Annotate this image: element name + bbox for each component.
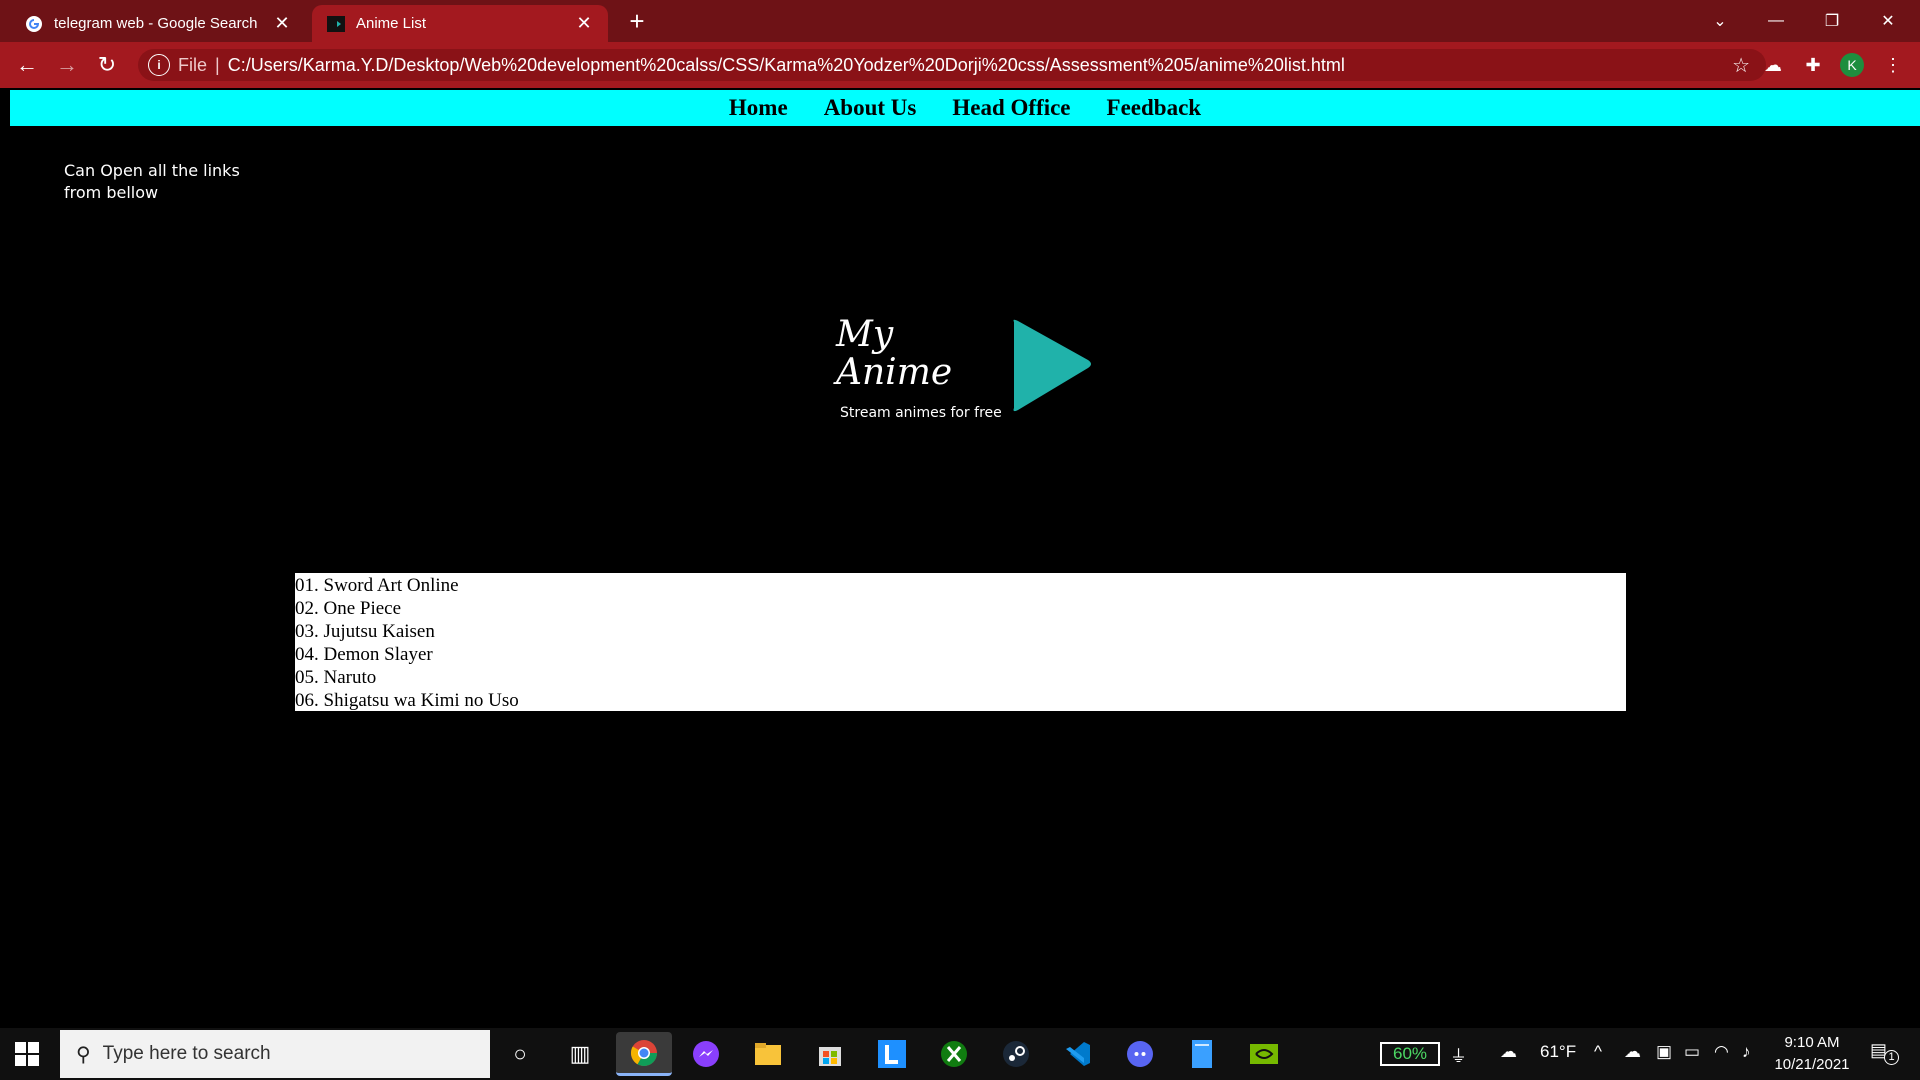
close-tab-icon[interactable]: ✕ (574, 13, 594, 34)
windows-taskbar: ⚲ Type here to search ○ ▥ 60% ⏚ ☁ 61°F ^… (0, 1028, 1920, 1080)
logo-line-1: My (836, 314, 894, 355)
divider: | (215, 54, 220, 75)
nav-link-home[interactable]: Home (729, 95, 788, 121)
search-placeholder: Type here to search (102, 1043, 271, 1064)
profile-avatar[interactable]: K (1840, 53, 1864, 77)
play-icon (1013, 319, 1091, 412)
nav-link-feedback[interactable]: Feedback (1107, 95, 1202, 121)
page-icon (326, 14, 346, 34)
back-arrow-icon[interactable]: ← (12, 50, 42, 80)
windows-start-icon[interactable] (14, 1041, 40, 1067)
battery-icon[interactable]: ▭ (1684, 1042, 1700, 1062)
close-tab-icon[interactable]: ✕ (272, 13, 292, 34)
notification-count: 1 (1884, 1050, 1899, 1065)
tab-search-icon[interactable]: ⌄ (1692, 0, 1748, 42)
logo-tagline: Stream animes for free (840, 405, 1002, 421)
close-window-button[interactable]: ✕ (1860, 0, 1916, 42)
wifi-icon[interactable]: ◠ (1714, 1042, 1729, 1062)
page-viewport: Home About Us Head Office Feedback Can O… (0, 88, 1920, 1028)
list-item[interactable]: 03. Jujutsu Kaisen (295, 620, 1626, 643)
show-hidden-icons-icon[interactable]: ^ (1594, 1042, 1602, 1062)
tab-anime-list[interactable]: Anime List ✕ (312, 5, 608, 42)
minimize-button[interactable]: — (1748, 0, 1804, 42)
logo-wordmark: My Anime (836, 316, 952, 392)
extensions-puzzle-icon[interactable]: ✚ (1800, 52, 1826, 78)
logo-line-2: Anime (836, 352, 953, 393)
store-icon[interactable] (812, 1036, 848, 1072)
launcher-l-icon[interactable] (874, 1036, 910, 1072)
file-explorer-icon[interactable] (750, 1036, 786, 1072)
extension-cloud-icon[interactable]: ☁ (1760, 52, 1786, 78)
anime-list: 01. Sword Art Online 02. One Piece 03. J… (295, 573, 1626, 711)
weather-cloud-icon[interactable]: ☁ (1500, 1042, 1517, 1062)
nav-link-head-office[interactable]: Head Office (952, 95, 1070, 121)
battery-status[interactable]: 60% (1380, 1042, 1440, 1066)
notepad-app-icon[interactable] (1184, 1036, 1220, 1072)
meet-now-icon[interactable]: ▣ (1656, 1042, 1672, 1062)
browser-toolbar: ← → ↻ i File | C:/Users/Karma.Y.D/Deskto… (0, 42, 1920, 88)
list-item[interactable]: 04. Demon Slayer (295, 643, 1626, 666)
tab-title: Anime List (356, 15, 427, 32)
top-nav-bar: Home About Us Head Office Feedback (10, 90, 1920, 126)
list-item[interactable]: 01. Sword Art Online (295, 574, 1626, 597)
search-icon: ⚲ (76, 1043, 91, 1066)
google-g-icon (24, 14, 44, 34)
info-icon[interactable]: i (148, 54, 170, 76)
restore-button[interactable]: ❐ (1804, 0, 1860, 42)
scheme-label: File (178, 54, 208, 75)
discord-icon[interactable] (1122, 1036, 1158, 1072)
nav-link-about-us[interactable]: About Us (824, 95, 917, 121)
bookmark-star-icon[interactable]: ☆ (1732, 53, 1750, 78)
tab-strip: telegram web - Google Search ✕ Anime Lis… (0, 0, 1920, 42)
forward-arrow-icon[interactable]: → (52, 50, 82, 80)
new-tab-button[interactable]: + (624, 8, 650, 34)
nvidia-icon[interactable] (1246, 1036, 1282, 1072)
xbox-icon[interactable] (936, 1036, 972, 1072)
vscode-icon[interactable] (1060, 1036, 1096, 1072)
address-bar[interactable]: i File | C:/Users/Karma.Y.D/Desktop/Web%… (138, 49, 1766, 81)
task-view-icon[interactable]: ▥ (562, 1036, 598, 1072)
weather-temperature[interactable]: 61°F (1540, 1042, 1576, 1062)
tab-google-search[interactable]: telegram web - Google Search ✕ (10, 5, 306, 42)
reload-icon[interactable]: ↻ (92, 50, 122, 80)
taskbar-clock[interactable]: 9:10 AM 10/21/2021 (1770, 1032, 1854, 1076)
cortana-icon[interactable]: ○ (502, 1036, 538, 1072)
list-item[interactable]: 02. One Piece (295, 597, 1626, 620)
chrome-app-icon[interactable] (616, 1032, 672, 1076)
volume-icon[interactable]: ♪ (1742, 1042, 1751, 1062)
taskbar-search-input[interactable]: ⚲ Type here to search (60, 1030, 490, 1078)
list-item[interactable]: 06. Shigatsu wa Kimi no Uso (295, 689, 1626, 712)
clock-time: 9:10 AM (1784, 1034, 1840, 1051)
power-plug-icon: ⏚ (1450, 1047, 1467, 1066)
messenger-icon[interactable] (688, 1036, 724, 1072)
clock-date: 10/21/2021 (1774, 1056, 1850, 1073)
side-note-text: Can Open all the links from bellow (64, 161, 240, 202)
tab-title: telegram web - Google Search (54, 15, 258, 32)
url-text: C:/Users/Karma.Y.D/Desktop/Web%20develop… (227, 54, 1345, 75)
list-item[interactable]: 05. Naruto (295, 666, 1626, 689)
menu-kebab-icon[interactable]: ⋮ (1880, 52, 1906, 78)
onedrive-icon[interactable]: ☁ (1624, 1042, 1641, 1062)
steam-icon[interactable] (998, 1036, 1034, 1072)
notification-center-icon[interactable]: ▤ 1 (1870, 1040, 1900, 1068)
